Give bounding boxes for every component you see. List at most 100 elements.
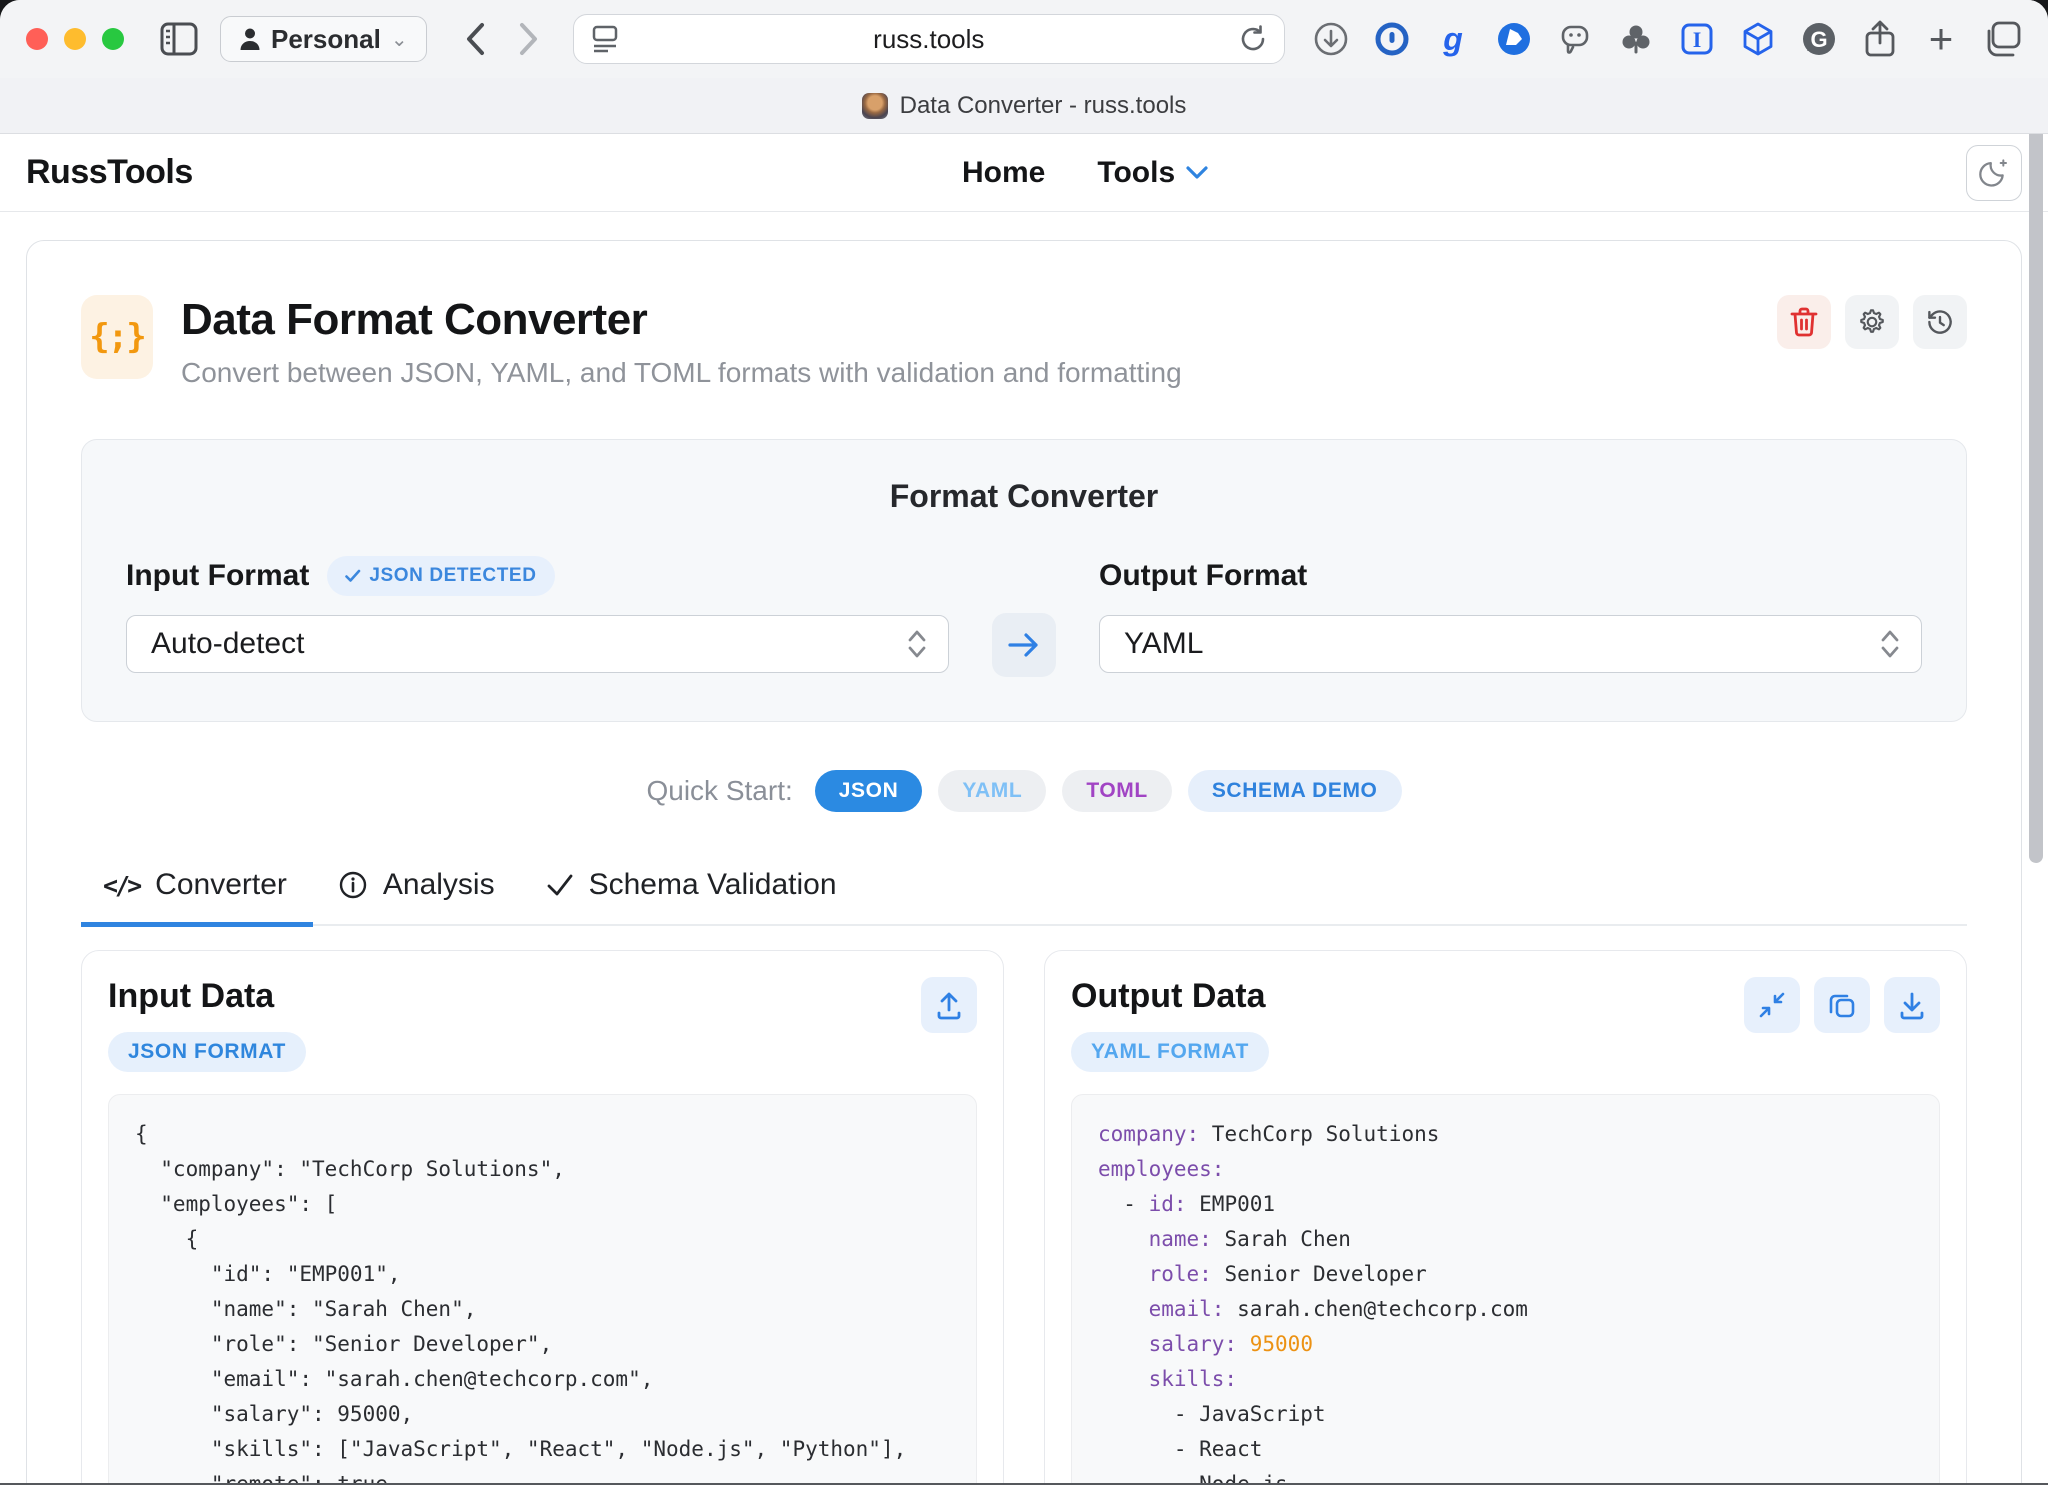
format-grid: Input Format JSON DETECTED Auto-detect — [126, 555, 1922, 673]
history-icon — [1925, 307, 1955, 337]
brand-logo[interactable]: RussTools — [26, 153, 193, 192]
quick-start-label: Quick Start: — [646, 775, 792, 807]
onepassword-extension-icon[interactable] — [1372, 19, 1412, 59]
input-format-label: Input Format — [126, 559, 309, 593]
output-format-badge: YAML FORMAT — [1071, 1032, 1269, 1072]
clear-button[interactable] — [1777, 295, 1831, 349]
output-panel-title: Output Data — [1071, 977, 1269, 1016]
output-yaml-code: company: TechCorp Solutionsemployees: - … — [1098, 1117, 1913, 1485]
minimize-window-button[interactable] — [64, 28, 86, 50]
upload-file-button[interactable] — [921, 977, 977, 1033]
code-line: - Node.js — [1098, 1467, 1913, 1485]
code-line: "employees": [ — [135, 1187, 950, 1222]
browser-tab-title: Data Converter - russ.tools — [900, 92, 1187, 120]
profile-label: Personal — [271, 24, 381, 55]
code-line: - JavaScript — [1098, 1397, 1913, 1432]
window-controls — [26, 28, 124, 50]
quick-start-yaml-button[interactable]: YAML — [938, 770, 1046, 812]
reader-view-icon[interactable] — [590, 23, 620, 55]
reload-icon[interactable] — [1238, 24, 1268, 54]
forward-button[interactable] — [519, 22, 539, 56]
input-format-badge: JSON FORMAT — [108, 1032, 306, 1072]
clover-extension-icon[interactable] — [1616, 19, 1656, 59]
active-browser-tab[interactable]: Data Converter - russ.tools — [862, 92, 1187, 120]
svg-text:G: G — [1810, 27, 1827, 52]
code-line: skills: — [1098, 1362, 1913, 1397]
code-line: - id: EMP001 — [1098, 1187, 1913, 1222]
sidebar-toggle-icon[interactable] — [160, 22, 198, 56]
download-output-button[interactable] — [1884, 977, 1940, 1033]
grammarly-extension-icon[interactable]: G — [1799, 19, 1839, 59]
tab-overview-icon[interactable] — [1982, 19, 2022, 59]
history-button[interactable] — [1913, 295, 1967, 349]
web-page: RussTools Home Tools {;} — [0, 134, 2048, 1485]
tab-schema-validation[interactable]: Schema Validation — [521, 868, 863, 927]
new-tab-icon[interactable]: + — [1921, 19, 1961, 59]
tool-heading: Data Format Converter Convert between JS… — [181, 295, 1182, 389]
trash-icon — [1790, 307, 1818, 337]
profile-switcher-button[interactable]: Personal ⌄ — [220, 16, 427, 62]
code-line: "company": "TechCorp Solutions", — [135, 1152, 950, 1187]
code-line: email: sarah.chen@techcorp.com — [1098, 1292, 1913, 1327]
moon-icon — [1978, 157, 2010, 189]
quick-start-schema-demo-button[interactable]: SCHEMA DEMO — [1188, 770, 1402, 812]
tab-analysis[interactable]: Analysis — [313, 868, 521, 927]
share-icon[interactable] — [1860, 19, 1900, 59]
nav-home-link[interactable]: Home — [962, 156, 1045, 190]
extension-toolbar: g I G + — [1311, 19, 2022, 59]
page-subtitle: Convert between JSON, YAML, and TOML for… — [181, 357, 1182, 389]
code-line: salary: 95000 — [1098, 1327, 1913, 1362]
tab-converter[interactable]: </> Converter — [81, 868, 313, 927]
browser-toolbar: Personal ⌄ russ.tools — [0, 0, 2048, 78]
gear-icon — [1857, 307, 1887, 337]
input-code-editor[interactable]: { "company": "TechCorp Solutions", "empl… — [108, 1094, 977, 1485]
tool-tabs: </> Converter Analysis Schema Validation — [81, 868, 1967, 926]
address-bar[interactable]: russ.tools — [573, 14, 1285, 64]
instapaper-extension-icon[interactable]: I — [1677, 19, 1717, 59]
code-line: name: Sarah Chen — [1098, 1222, 1913, 1257]
tool-actions — [1777, 295, 1967, 349]
copy-output-button[interactable] — [1814, 977, 1870, 1033]
page-title: Data Format Converter — [181, 295, 1182, 345]
code-line: "salary": 95000, — [135, 1397, 950, 1432]
quick-start-json-button[interactable]: JSON — [815, 770, 923, 812]
code-line: "name": "Sarah Chen", — [135, 1292, 950, 1327]
select-chevrons-icon — [1879, 628, 1901, 660]
output-format-group: Output Format YAML — [1099, 555, 1922, 673]
output-format-select[interactable]: YAML — [1099, 615, 1922, 673]
format-converter-section: Format Converter Input Format JSON DETEC… — [81, 439, 1967, 722]
output-data-panel: Output Data YAML FORMAT — [1044, 950, 1967, 1485]
main-nav: Home Tools — [962, 156, 1209, 190]
cube-extension-icon[interactable] — [1738, 19, 1778, 59]
braces-tool-icon: {;} — [81, 295, 153, 379]
code-line: employees: — [1098, 1152, 1913, 1187]
convert-arrow-button[interactable] — [992, 613, 1056, 677]
tool-header: {;} Data Format Converter Convert betwee… — [81, 295, 1967, 389]
input-json-code: { "company": "TechCorp Solutions", "empl… — [135, 1117, 950, 1485]
download-icon — [1898, 990, 1926, 1020]
collapse-output-button[interactable] — [1744, 977, 1800, 1033]
mascot-extension-icon[interactable] — [1494, 19, 1534, 59]
code-line: "role": "Senior Developer", — [135, 1327, 950, 1362]
chevron-down-icon — [1185, 165, 1209, 181]
quick-start-toml-button[interactable]: TOML — [1062, 770, 1172, 812]
close-window-button[interactable] — [26, 28, 48, 50]
tool-card: {;} Data Format Converter Convert betwee… — [26, 240, 2022, 1485]
code-line: "id": "EMP001", — [135, 1257, 950, 1292]
nav-tools-dropdown[interactable]: Tools — [1097, 156, 1209, 190]
zoom-window-button[interactable] — [102, 28, 124, 50]
downloads-icon[interactable] — [1311, 19, 1351, 59]
site-favicon-avatar — [862, 93, 888, 119]
code-line: "email": "sarah.chen@techcorp.com", — [135, 1362, 950, 1397]
dark-mode-toggle[interactable] — [1966, 145, 2022, 201]
code-icon: </> — [103, 871, 139, 900]
ghostery-extension-icon[interactable]: g — [1433, 19, 1473, 59]
section-title: Format Converter — [126, 478, 1922, 515]
back-button[interactable] — [465, 22, 485, 56]
settings-button[interactable] — [1845, 295, 1899, 349]
mastodon-extension-icon[interactable] — [1555, 19, 1595, 59]
code-line: "skills": ["JavaScript", "React", "Node.… — [135, 1432, 950, 1467]
input-format-select[interactable]: Auto-detect — [126, 615, 949, 673]
person-icon — [239, 27, 261, 51]
page-scrollbar-thumb[interactable] — [2029, 134, 2043, 863]
